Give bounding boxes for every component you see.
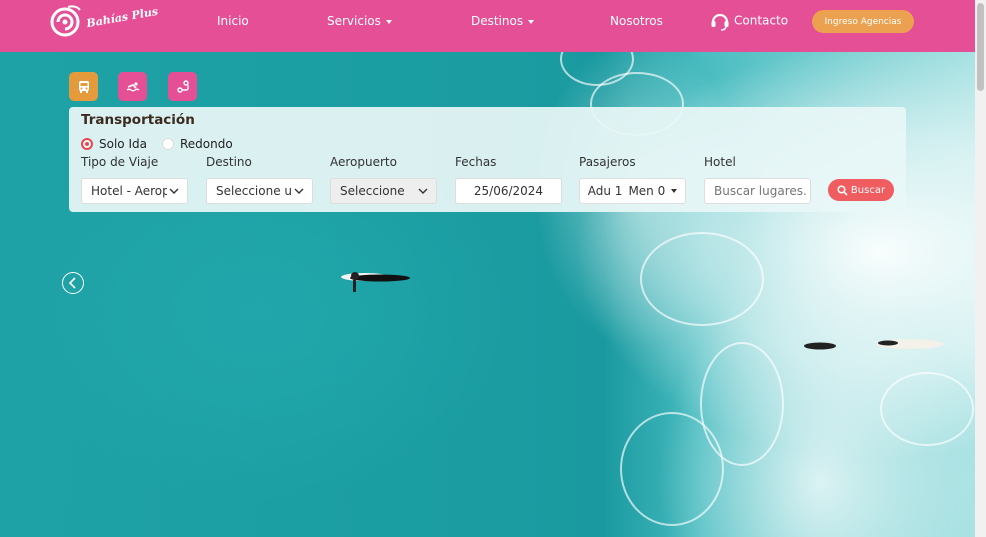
chevron-down-icon [418,188,428,194]
airport-select[interactable]: Seleccione [330,178,437,204]
airport-label: Aeropuerto [330,155,397,169]
trip-type-label: Tipo de Viaje [81,155,159,169]
caret-down-icon [528,19,535,24]
trip-type-select[interactable]: Hotel - Aeropuerto [81,178,188,204]
destination-value: Seleccione un destino [216,184,292,198]
radio-unselected-icon [162,138,174,150]
brand-name: Bahías Plus [85,4,159,31]
brand-logo[interactable]: Bahías Plus [46,3,159,39]
adults-count: Adu 1 [587,184,623,198]
hotel-search-input[interactable] [704,178,811,204]
destination-label: Destino [206,155,252,169]
nav-servicios-label: Servicios [327,14,381,28]
radio-redondo-label: Redondo [180,137,233,151]
passengers-dropdown[interactable]: Adu 1 Men 0 [579,178,686,204]
nav-nosotros-label: Nosotros [610,14,663,28]
airport-value: Seleccione [340,184,405,198]
logo-swirl-icon [50,5,81,37]
transport-tab[interactable] [69,72,98,101]
hotel-label: Hotel [704,155,736,169]
scrollbar-thumb[interactable] [977,3,984,91]
nav-destinos-label: Destinos [471,14,524,28]
wave-foam [880,372,974,446]
tour-icon [176,79,189,93]
agency-login-button[interactable]: Ingreso Agencias [812,10,914,33]
surfers-image [804,339,944,350]
search-button[interactable]: Buscar [828,179,894,201]
activities-tab[interactable] [118,72,147,101]
search-button-label: Buscar [850,184,886,196]
destination-select[interactable]: Seleccione un destino [206,178,313,204]
top-navbar: Bahías Plus Inicio Servicios Destinos No… [0,0,975,52]
nav-contacto[interactable]: Contacto [709,10,788,32]
nav-servicios[interactable]: Servicios [327,13,392,29]
chevron-down-icon [169,188,179,194]
radio-solo-ida-label: Solo Ida [99,137,147,151]
trip-type-value: Hotel - Aeropuerto [91,184,167,198]
surfer-image [341,272,410,292]
chevron-left-icon [68,277,76,289]
nav-inicio[interactable]: Inicio [217,13,249,29]
nav-contacto-label: Contacto [734,13,789,28]
date-value: 25/06/2024 [473,184,544,198]
search-icon [837,184,848,196]
bus-icon [78,80,89,93]
minors-count: Men 0 [628,184,666,198]
nav-destinos[interactable]: Destinos [471,13,535,29]
wave-foam [640,232,764,326]
carousel-prev-button[interactable] [62,272,84,294]
nav-nosotros[interactable]: Nosotros [610,13,663,29]
radio-solo-ida[interactable]: Solo Ida [81,137,147,151]
headset-icon [711,13,729,31]
wave-foam [620,412,724,526]
caret-down-icon [385,19,392,24]
radio-selected-icon [81,138,93,150]
nav-inicio-label: Inicio [217,14,249,28]
chevron-down-icon [294,188,304,194]
swim-icon [126,81,139,91]
search-panel: Transportación Solo Ida Redondo Tipo de … [69,107,906,212]
date-input[interactable]: 25/06/2024 [455,178,562,204]
caret-down-icon [671,189,678,193]
radio-redondo[interactable]: Redondo [162,137,233,151]
panel-title: Transportación [81,112,195,128]
page-scrollbar[interactable] [975,0,986,537]
passengers-label: Pasajeros [579,155,636,169]
tours-tab[interactable] [168,72,197,101]
dates-label: Fechas [455,155,497,169]
